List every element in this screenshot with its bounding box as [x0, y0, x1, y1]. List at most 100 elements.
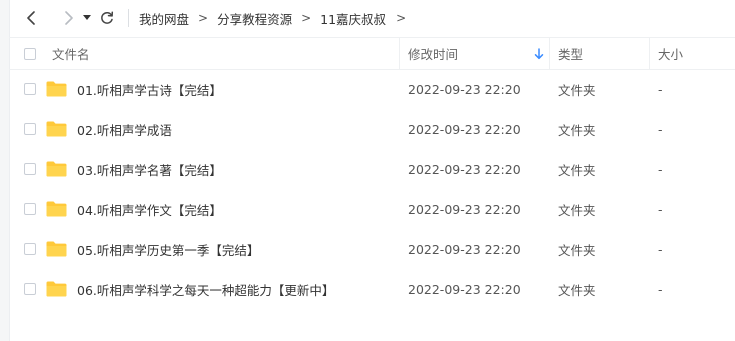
table-row[interactable]: 05.听相声学历史第一季【完结】 2022-09-23 22:20 文件夹 - — [9, 229, 735, 269]
toolbar: 我的网盘 > 分享教程资源 > 11嘉庆叔叔 > — [9, 0, 735, 36]
row-checkbox-cell — [24, 269, 44, 309]
row-checkbox[interactable] — [24, 283, 36, 295]
column-header-name-label: 文件名 — [52, 47, 90, 62]
row-type-cell: 文件夹 — [558, 69, 638, 109]
column-header-modified-label: 修改时间 — [408, 47, 459, 62]
file-type: 文件夹 — [558, 282, 596, 298]
file-type: 文件夹 — [558, 202, 596, 218]
file-size: - — [658, 121, 663, 137]
refresh-icon — [100, 11, 114, 25]
row-size-cell: - — [658, 269, 728, 309]
row-date-cell: 2022-09-23 22:20 — [408, 269, 548, 309]
row-checkbox-cell — [24, 229, 44, 269]
file-name[interactable]: 04.听相声学作文【完结】 — [77, 200, 222, 219]
chevron-left-icon — [26, 11, 36, 25]
row-checkbox-cell — [24, 69, 44, 109]
file-name[interactable]: 02.听相声学成语 — [77, 120, 172, 139]
modified-time: 2022-09-23 22:20 — [408, 281, 521, 297]
modified-time: 2022-09-23 22:20 — [408, 201, 521, 217]
file-name[interactable]: 01.听相声学古诗【完结】 — [77, 80, 222, 99]
folder-icon — [46, 69, 68, 109]
breadcrumb: 我的网盘 > 分享教程资源 > 11嘉庆叔叔 > — [139, 9, 415, 28]
file-size: - — [658, 161, 663, 177]
chevron-right-icon — [64, 11, 74, 25]
folder-icon — [46, 269, 68, 309]
table-row[interactable]: 06.听相声学科学之每天一种超能力【更新中】 2022-09-23 22:20 … — [9, 269, 735, 309]
table-row[interactable]: 02.听相声学成语 2022-09-23 22:20 文件夹 - — [9, 109, 735, 149]
row-size-cell: - — [658, 149, 728, 189]
file-name[interactable]: 06.听相声学科学之每天一种超能力【更新中】 — [77, 280, 334, 299]
column-header-type-label: 类型 — [558, 47, 584, 62]
row-type-cell: 文件夹 — [558, 229, 638, 269]
folder-icon — [46, 189, 68, 229]
file-type: 文件夹 — [558, 122, 596, 138]
refresh-button[interactable] — [96, 7, 118, 29]
row-date-cell: 2022-09-23 22:20 — [408, 109, 548, 149]
row-type-cell: 文件夹 — [558, 269, 638, 309]
breadcrumb-separator[interactable]: > — [396, 11, 406, 25]
breadcrumb-separator: > — [198, 11, 209, 25]
row-size-cell: - — [658, 189, 728, 229]
modified-time: 2022-09-23 22:20 — [408, 241, 521, 257]
caret-down-icon — [83, 15, 91, 21]
breadcrumb-separator: > — [301, 11, 312, 25]
file-type: 文件夹 — [558, 162, 596, 178]
column-divider — [649, 38, 650, 69]
select-all-cell — [24, 38, 44, 69]
column-divider — [549, 38, 550, 69]
folder-icon — [46, 149, 68, 189]
row-date-cell: 2022-09-23 22:20 — [408, 229, 548, 269]
row-type-cell: 文件夹 — [558, 109, 638, 149]
row-size-cell: - — [658, 109, 728, 149]
file-size: - — [658, 241, 663, 257]
row-checkbox[interactable] — [24, 163, 36, 175]
file-name[interactable]: 05.听相声学历史第一季【完结】 — [77, 240, 259, 259]
breadcrumb-item-share[interactable]: 分享教程资源 — [217, 9, 292, 28]
back-button[interactable] — [20, 7, 42, 29]
toolbar-divider — [128, 9, 129, 27]
arrow-down-icon[interactable] — [534, 38, 546, 69]
row-checkbox[interactable] — [24, 203, 36, 215]
table-row[interactable]: 01.听相声学古诗【完结】 2022-09-23 22:20 文件夹 - — [9, 69, 735, 109]
row-checkbox[interactable] — [24, 123, 36, 135]
column-header-modified[interactable]: 修改时间 — [408, 38, 548, 69]
row-name-cell: 06.听相声学科学之每天一种超能力【更新中】 — [77, 269, 397, 309]
column-header-size[interactable]: 大小 — [658, 38, 728, 69]
column-header-size-label: 大小 — [658, 47, 684, 62]
select-all-checkbox[interactable] — [24, 47, 36, 60]
table-header: 文件名 修改时间 类型 大小 — [9, 37, 735, 70]
row-name-cell: 03.听相声学名著【完结】 — [77, 149, 397, 189]
folder-icon — [46, 229, 68, 269]
forward-button[interactable] — [58, 7, 80, 29]
row-name-cell: 04.听相声学作文【完结】 — [77, 189, 397, 229]
file-name[interactable]: 03.听相声学名著【完结】 — [77, 160, 222, 179]
row-checkbox-cell — [24, 189, 44, 229]
modified-time: 2022-09-23 22:20 — [408, 161, 521, 177]
breadcrumb-item-root[interactable]: 我的网盘 — [139, 9, 189, 28]
row-checkbox-cell — [24, 109, 44, 149]
row-checkbox[interactable] — [24, 243, 36, 255]
row-size-cell: - — [658, 69, 728, 109]
row-date-cell: 2022-09-23 22:20 — [408, 189, 548, 229]
table-row[interactable]: 03.听相声学名著【完结】 2022-09-23 22:20 文件夹 - — [9, 149, 735, 189]
row-type-cell: 文件夹 — [558, 189, 638, 229]
file-browser: 我的网盘 > 分享教程资源 > 11嘉庆叔叔 > 文件名 修改时间 类型 大小 — [0, 0, 735, 341]
file-size: - — [658, 81, 663, 97]
file-type: 文件夹 — [558, 242, 596, 258]
breadcrumb-item-current[interactable]: 11嘉庆叔叔 — [320, 9, 386, 28]
row-checkbox[interactable] — [24, 83, 36, 95]
folder-icon — [46, 109, 68, 149]
row-name-cell: 05.听相声学历史第一季【完结】 — [77, 229, 397, 269]
table-row[interactable]: 04.听相声学作文【完结】 2022-09-23 22:20 文件夹 - — [9, 189, 735, 229]
column-header-name[interactable]: 文件名 — [52, 38, 392, 69]
row-type-cell: 文件夹 — [558, 149, 638, 189]
file-size: - — [658, 201, 663, 217]
history-dropdown-button[interactable] — [80, 7, 94, 29]
row-date-cell: 2022-09-23 22:20 — [408, 69, 548, 109]
row-name-cell: 02.听相声学成语 — [77, 109, 397, 149]
column-header-type[interactable]: 类型 — [558, 38, 638, 69]
row-checkbox-cell — [24, 149, 44, 189]
row-size-cell: - — [658, 229, 728, 269]
file-type: 文件夹 — [558, 82, 596, 98]
row-name-cell: 01.听相声学古诗【完结】 — [77, 69, 397, 109]
